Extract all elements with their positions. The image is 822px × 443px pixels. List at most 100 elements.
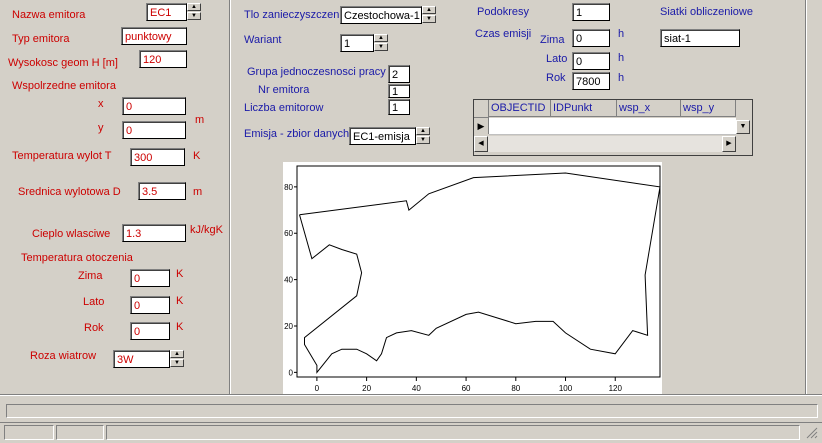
x-tick-label: 80 bbox=[511, 384, 520, 393]
czas-lato-field[interactable]: 0 bbox=[572, 52, 610, 70]
emitter-panel: Nazwa emitora EC1 ▲ ▼ Typ emitora punkto… bbox=[0, 0, 228, 394]
x-field[interactable]: 0 bbox=[122, 97, 186, 115]
grid-row-pointer-icon: ▶ bbox=[474, 118, 489, 134]
nr-label: Nr emitora bbox=[258, 84, 310, 96]
tlo-label: Tlo zanieczyszczen bbox=[244, 9, 340, 21]
podokresy-field[interactable]: 1 bbox=[572, 3, 610, 21]
grupa-field[interactable]: 2 bbox=[388, 65, 410, 83]
czas-zima-label: Zima bbox=[540, 34, 565, 46]
y-field[interactable]: 0 bbox=[122, 121, 186, 139]
zima-temp-unit: K bbox=[176, 268, 184, 280]
data-grid[interactable]: OBJECTID IDPunkt wsp_x wsp_y ▶ ▼ ◀ ▶ bbox=[473, 99, 753, 156]
emisja-field[interactable]: EC1-emisja bbox=[349, 127, 416, 145]
nazwa-label: Nazwa emitora bbox=[12, 9, 86, 21]
liczba-label: Liczba emitorow bbox=[244, 102, 324, 114]
grid-hscroll-track[interactable] bbox=[488, 136, 722, 152]
czas-rok-label: Rok bbox=[546, 72, 566, 84]
nazwa-field[interactable]: EC1 bbox=[146, 3, 187, 21]
emisja-spin-up[interactable]: ▲ bbox=[416, 127, 430, 135]
roza-field[interactable]: 3W bbox=[113, 350, 170, 368]
status-panel-2 bbox=[56, 425, 104, 440]
x-tick-label: 40 bbox=[412, 384, 421, 393]
rok-temp-field[interactable]: 0 bbox=[130, 322, 170, 340]
czas-lato-label: Lato bbox=[546, 53, 568, 65]
xy-unit-label: m bbox=[195, 114, 205, 126]
srednica-field[interactable]: 3.5 bbox=[138, 182, 186, 200]
nazwa-spin-up[interactable]: ▲ bbox=[187, 3, 201, 11]
y-label: y bbox=[98, 122, 104, 134]
roza-spin-up[interactable]: ▲ bbox=[170, 350, 184, 358]
typ-field[interactable]: punktowy bbox=[121, 27, 187, 45]
zima-temp-field[interactable]: 0 bbox=[130, 269, 170, 287]
temp-wylot-field[interactable]: 300 bbox=[130, 148, 185, 166]
srednica-label: Srednica wylotowa D bbox=[18, 186, 121, 198]
grupa-label: Grupa jednoczesnosci pracy bbox=[247, 66, 386, 78]
left-separator-highlight bbox=[230, 0, 231, 394]
temp-wylot-label: Temperatura wylot T bbox=[12, 150, 112, 162]
wariant-spin-up[interactable]: ▲ bbox=[374, 34, 388, 42]
tlo-field[interactable]: Czestochowa-1 bbox=[340, 6, 422, 24]
czas-zima-unit: h bbox=[618, 28, 625, 40]
y-tick-label: 80 bbox=[284, 183, 293, 192]
wysokosc-label: Wysokosc geom H [m] bbox=[8, 57, 118, 69]
temp-wylot-unit: K bbox=[193, 150, 201, 162]
grid-col-wsp-x[interactable]: wsp_x bbox=[617, 100, 681, 117]
emisja-label: Emisja - zbior danych bbox=[244, 128, 350, 140]
nazwa-spin-down[interactable]: ▼ bbox=[187, 12, 201, 20]
grid-vscroll-track-top bbox=[736, 100, 750, 117]
rok-label: Rok bbox=[84, 322, 104, 334]
grid-new-row[interactable] bbox=[489, 118, 736, 135]
x-label: x bbox=[98, 98, 104, 110]
status-panel-3 bbox=[106, 425, 800, 440]
roza-spin-down[interactable]: ▼ bbox=[170, 359, 184, 367]
x-tick-label: 0 bbox=[315, 384, 320, 393]
srednica-unit: m bbox=[193, 186, 203, 198]
czas-rok-unit: h bbox=[618, 72, 625, 84]
nr-field[interactable]: 1 bbox=[388, 84, 410, 98]
lower-frame bbox=[6, 404, 818, 418]
status-panel-1 bbox=[4, 425, 54, 440]
boundary-line bbox=[299, 172, 661, 374]
tlo-spin-down[interactable]: ▼ bbox=[422, 15, 436, 23]
rok-temp-unit: K bbox=[176, 321, 184, 333]
liczba-field[interactable]: 1 bbox=[388, 99, 410, 115]
plot-frame bbox=[296, 165, 661, 378]
grid-col-idpunkt[interactable]: IDPunkt bbox=[551, 100, 617, 117]
resize-grip-icon[interactable] bbox=[806, 427, 818, 439]
czas-lato-unit: h bbox=[618, 52, 625, 64]
zima-label: Zima bbox=[78, 270, 103, 282]
cieplo-unit: kJ/kgK bbox=[190, 224, 224, 236]
map-chart: 0 20 40 60 80 100 120 0 20 40 60 80 bbox=[283, 162, 662, 395]
roza-label: Roza wiatrow bbox=[30, 350, 97, 362]
cieplo-label: Cieplo wlasciwe bbox=[32, 228, 111, 240]
lato-temp-unit: K bbox=[176, 295, 184, 307]
lato-label: Lato bbox=[83, 296, 105, 308]
map-chart-svg: 0 20 40 60 80 100 120 0 20 40 60 80 bbox=[284, 165, 661, 393]
y-tick-label: 40 bbox=[284, 276, 293, 285]
wysokosc-field[interactable]: 120 bbox=[139, 50, 187, 68]
x-tick-label: 60 bbox=[462, 384, 471, 393]
czas-rok-field[interactable]: 7800 bbox=[572, 72, 610, 90]
x-tick-label: 100 bbox=[559, 384, 573, 393]
wspolrzedne-label: Wspolrzedne emitora bbox=[12, 80, 116, 92]
czas-zima-field[interactable]: 0 bbox=[572, 29, 610, 47]
podokresy-label: Podokresy bbox=[477, 6, 529, 18]
grid-col-wsp-y[interactable]: wsp_y bbox=[681, 100, 736, 117]
bottom-rule-highlight bbox=[0, 395, 822, 396]
grid-hscroll-left-button[interactable]: ◀ bbox=[474, 136, 488, 152]
czas-label: Czas emisji bbox=[475, 28, 532, 40]
tlo-spin-up[interactable]: ▲ bbox=[422, 6, 436, 14]
grid-col-objectid[interactable]: OBJECTID bbox=[489, 100, 551, 117]
emisja-spin-down[interactable]: ▼ bbox=[416, 136, 430, 144]
lato-temp-field[interactable]: 0 bbox=[130, 296, 170, 314]
siatki-field[interactable]: siat-1 bbox=[660, 29, 740, 47]
wariant-spin-down[interactable]: ▼ bbox=[374, 43, 388, 51]
siatki-label: Siatki obliczeniowe bbox=[660, 6, 753, 18]
typ-label: Typ emitora bbox=[12, 33, 70, 45]
temp-otoczenia-label: Temperatura otoczenia bbox=[21, 252, 133, 264]
cieplo-field[interactable]: 1.3 bbox=[122, 224, 186, 242]
x-tick-label: 20 bbox=[362, 384, 371, 393]
grid-vscroll-down-button[interactable]: ▼ bbox=[736, 120, 750, 134]
wariant-field[interactable]: 1 bbox=[340, 34, 374, 52]
grid-hscroll-right-button[interactable]: ▶ bbox=[722, 136, 736, 152]
